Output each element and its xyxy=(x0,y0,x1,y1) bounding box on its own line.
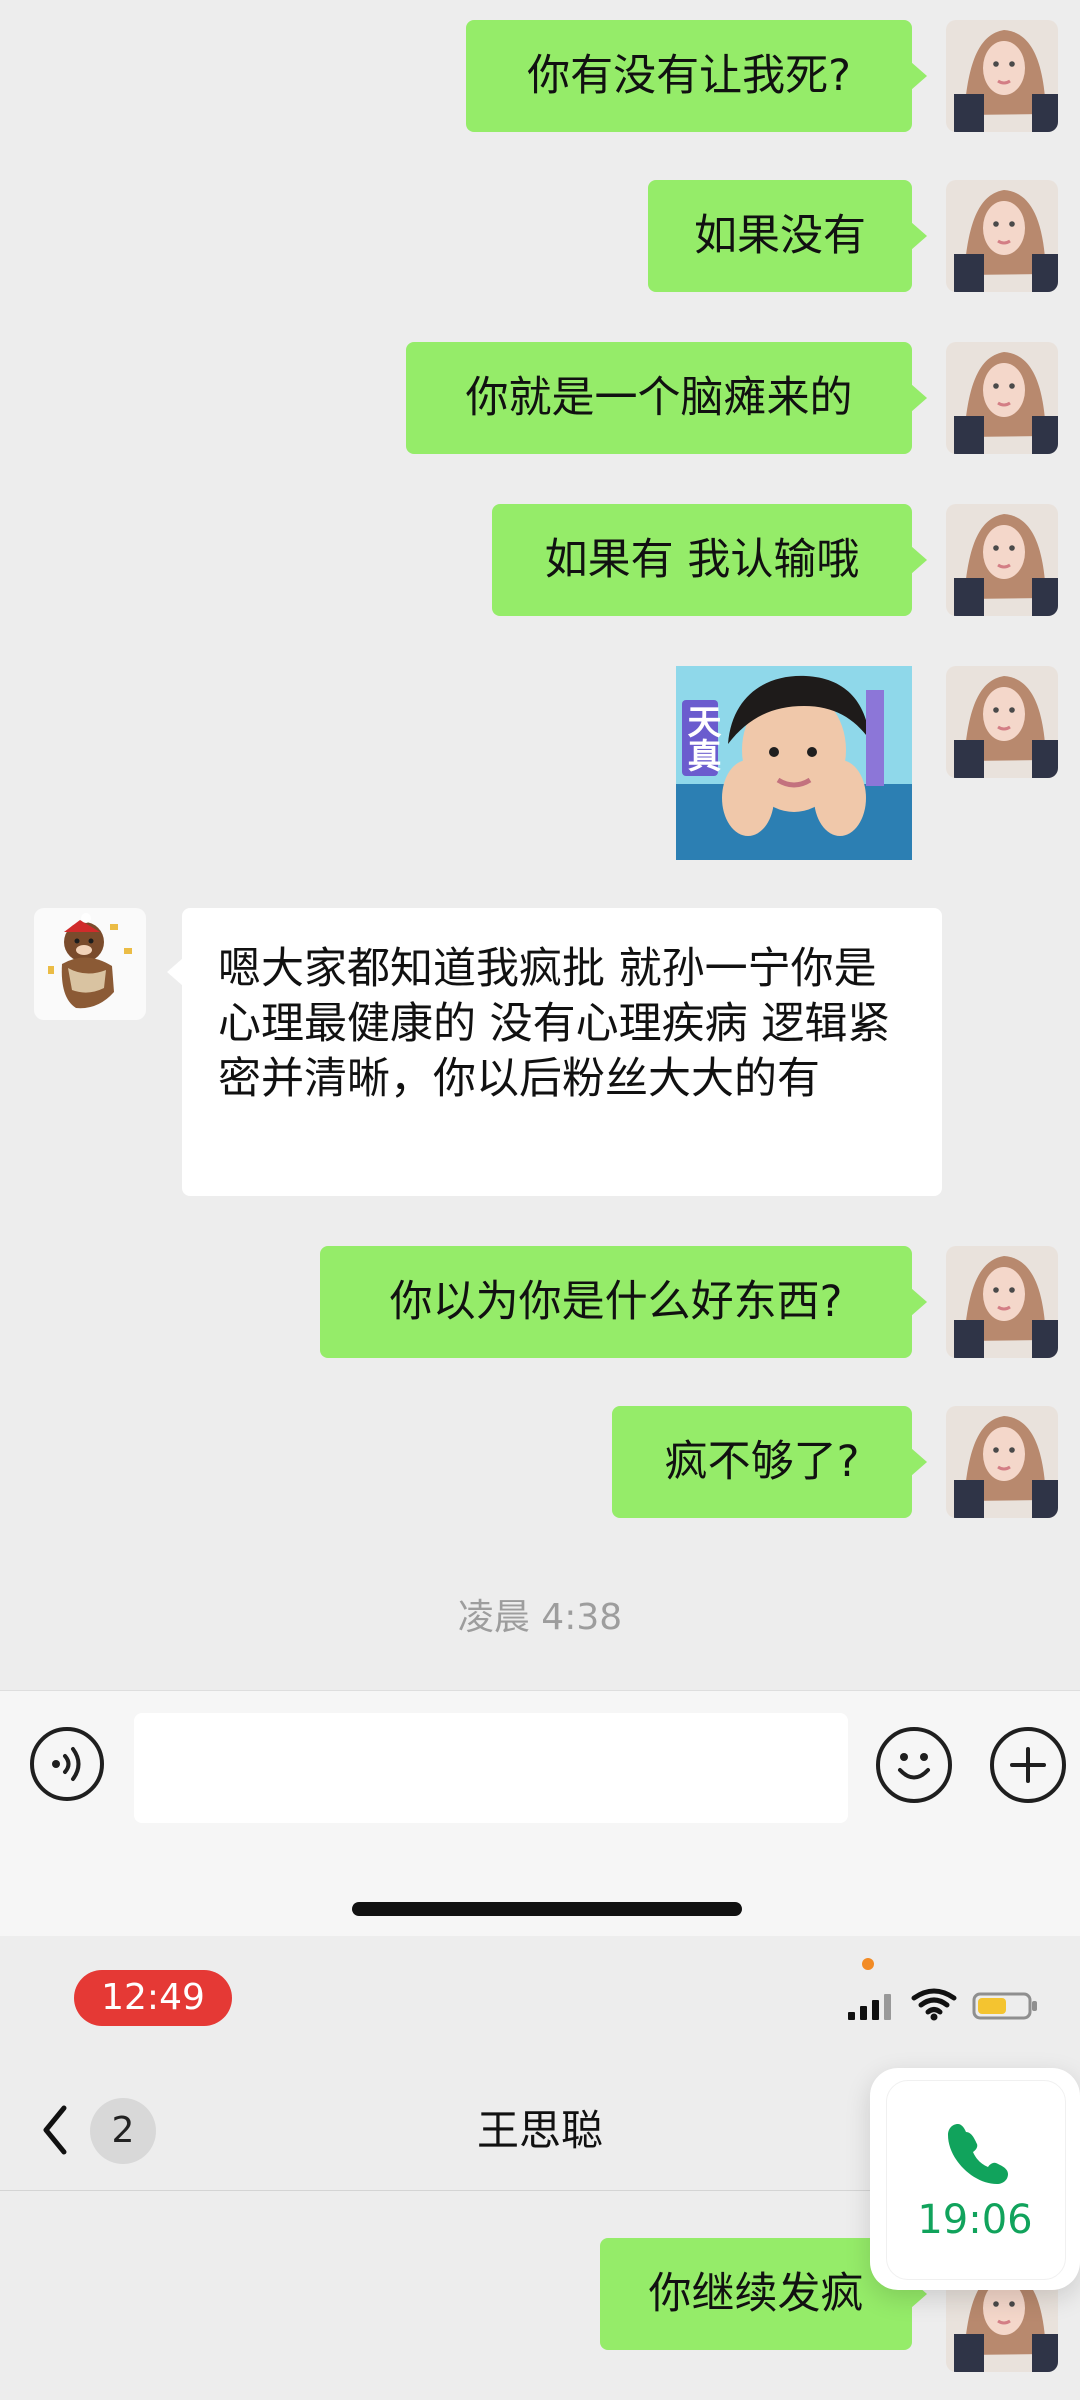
battery-icon xyxy=(972,1992,1037,2020)
voice-button[interactable] xyxy=(30,1727,104,1801)
message-input[interactable] xyxy=(134,1713,848,1823)
voice-icon xyxy=(52,1747,81,1781)
home-indicator xyxy=(352,1902,742,1916)
message-timestamp: 凌晨 4:38 xyxy=(457,1597,623,1638)
other-avatar[interactable] xyxy=(34,908,146,1020)
my-avatar[interactable] xyxy=(946,20,1058,132)
my-avatar[interactable] xyxy=(946,342,1058,454)
my-avatar[interactable] xyxy=(946,504,1058,616)
phone-icon xyxy=(948,2124,1008,2184)
message-bubble[interactable]: 你就是一个脑瘫来的 xyxy=(406,342,927,454)
emoji-icon xyxy=(898,1753,930,1780)
message-bubble[interactable]: 如果有 我认输哦 xyxy=(492,504,927,616)
my-avatar[interactable] xyxy=(946,666,1058,778)
sticker-caption: 天真 xyxy=(681,700,721,776)
wifi-icon xyxy=(911,1988,957,2021)
message-bubble[interactable]: 如果没有 xyxy=(648,180,927,292)
message-bubble[interactable]: 你继续发疯 xyxy=(600,2238,927,2350)
message-bubble[interactable]: 嗯大家都知道我疯批 就孙一宁你是心理最健康的 没有心理疾病 逻辑紧密并清晰，你以… xyxy=(167,908,942,1196)
signal-icon xyxy=(848,1994,891,2020)
message-bubble[interactable]: 你有没有让我死? xyxy=(466,20,927,132)
plus-icon xyxy=(1010,1747,1046,1783)
plus-button[interactable] xyxy=(990,1727,1066,1803)
emoji-button[interactable] xyxy=(876,1727,952,1803)
message-bubble[interactable]: 疯不够了? xyxy=(612,1406,927,1518)
privacy-indicator-dot xyxy=(862,1958,874,1970)
my-avatar[interactable] xyxy=(946,1406,1058,1518)
call-duration: 19:06 xyxy=(917,2197,1033,2243)
screen: 你有没有让我死? 如果没有 你就是一个脑瘫来的 如果有 我认输哦 天真 嗯大家都… xyxy=(0,0,1080,2400)
chat-area: 你有没有让我死? 如果没有 你就是一个脑瘫来的 如果有 我认输哦 天真 嗯大家都… xyxy=(0,0,1080,1690)
status-time-pill: 12:49 xyxy=(74,1970,232,2026)
message-bubble[interactable]: 你以为你是什么好东西? xyxy=(320,1246,927,1358)
my-avatar[interactable] xyxy=(946,180,1058,292)
my-avatar[interactable] xyxy=(946,1246,1058,1358)
